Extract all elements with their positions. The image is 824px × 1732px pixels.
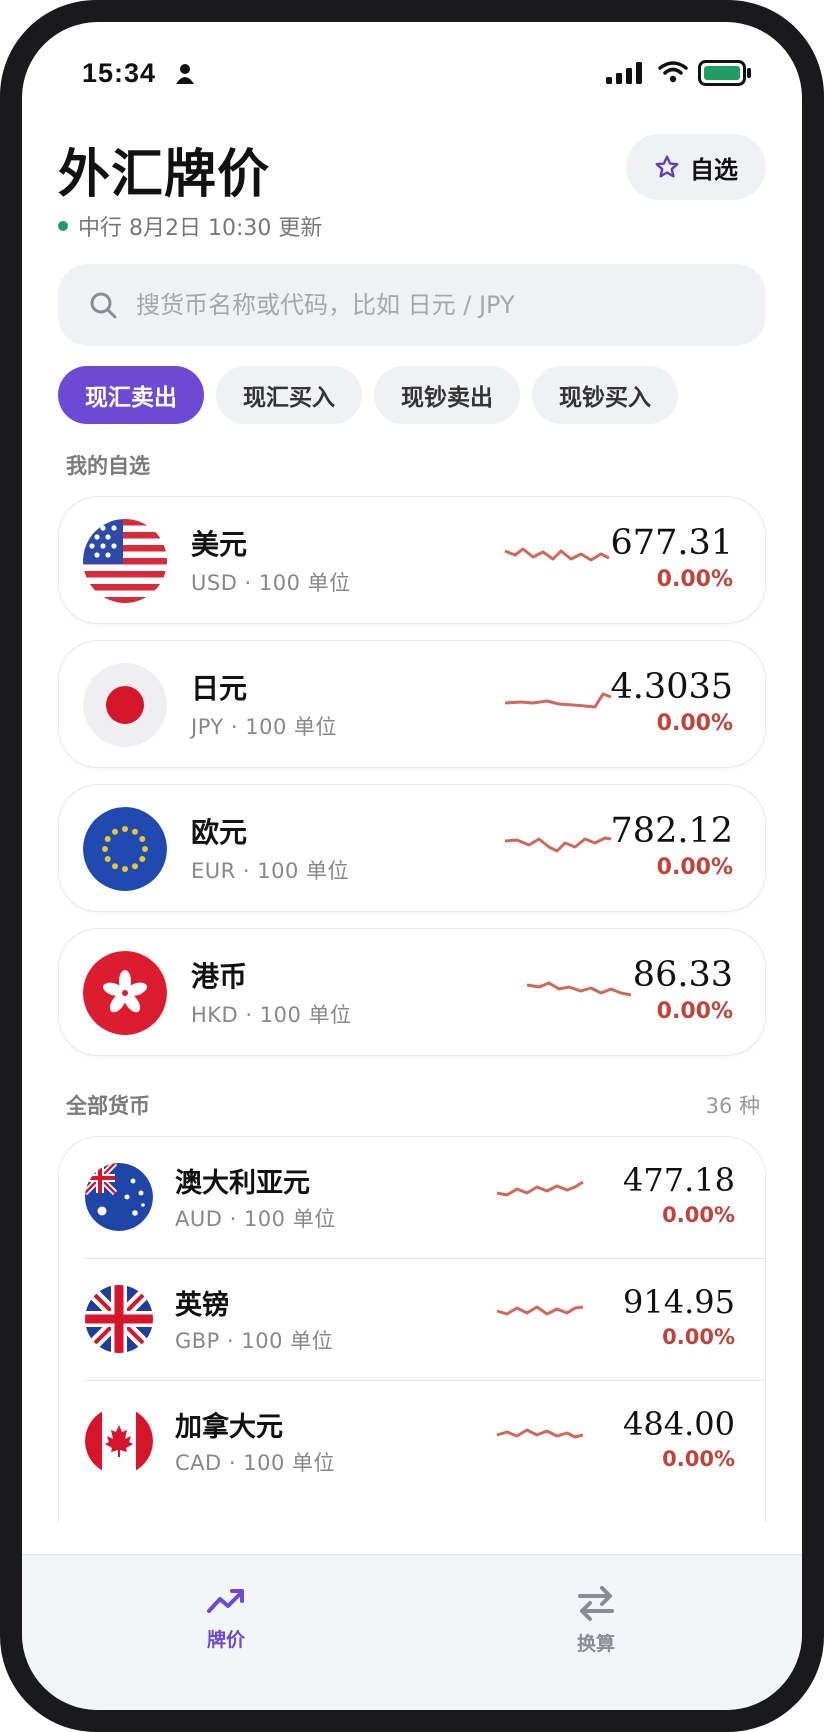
currency-code: JPY · 100 单位 bbox=[191, 715, 338, 739]
currency-name: 港币 bbox=[191, 960, 248, 993]
sparkline bbox=[504, 547, 610, 562]
currency-card-eur[interactable]: 欧元 EUR · 100 单位 782.12 0.00% bbox=[58, 784, 766, 912]
japan-flag-icon bbox=[83, 663, 167, 747]
currency-card-jpy[interactable]: 日元 JPY · 100 单位 4.3035 0.00% bbox=[58, 640, 766, 768]
currency-change: 0.00% bbox=[656, 999, 733, 1024]
page-title: 外汇牌价 bbox=[58, 145, 271, 205]
favorites-button[interactable]: 自选 bbox=[626, 134, 766, 200]
eu-flag-icon bbox=[83, 807, 167, 891]
sparkline bbox=[496, 1305, 584, 1316]
uk-flag-icon bbox=[85, 1285, 153, 1353]
status-bar: 15:34 bbox=[22, 22, 802, 122]
currency-name: 澳大利亚元 bbox=[175, 1168, 310, 1199]
all-currencies-section-label: 全部货币 bbox=[66, 1094, 150, 1118]
nav-rates[interactable]: 牌价 bbox=[166, 1585, 286, 1652]
update-info: 中行 8月2日 10:30 更新 bbox=[58, 210, 322, 242]
canada-flag-icon bbox=[85, 1407, 153, 1475]
currency-list: 澳大利亚元 AUD · 100 单位 477.18 0.00% 英镑 GBP ·… bbox=[58, 1136, 767, 1522]
currency-code: USD · 100 单位 bbox=[191, 571, 351, 595]
battery-icon bbox=[698, 60, 751, 86]
currency-price: 86.33 bbox=[632, 955, 733, 995]
cellular-signal-icon bbox=[606, 62, 642, 84]
favorites-label: 自选 bbox=[690, 155, 738, 184]
tab-cash-selling[interactable]: 现钞卖出 bbox=[374, 366, 520, 424]
sparkline bbox=[496, 1180, 584, 1197]
currency-card-usd[interactable]: 美元 USD · 100 单位 677.31 0.00% bbox=[58, 496, 766, 624]
rate-type-tabs: 现汇卖出 现汇买入 现钞卖出 现钞买入 bbox=[58, 366, 678, 424]
nav-convert-label: 换算 bbox=[576, 1633, 615, 1655]
sparkline bbox=[504, 692, 612, 709]
sparkline bbox=[504, 836, 612, 853]
currency-name: 欧元 bbox=[191, 816, 248, 849]
currency-name: 英镑 bbox=[175, 1290, 229, 1321]
currency-code: HKD · 100 单位 bbox=[191, 1003, 352, 1027]
currency-change: 0.00% bbox=[656, 567, 733, 592]
sparkline bbox=[526, 981, 632, 997]
wifi-icon bbox=[658, 61, 688, 83]
us-flag-icon bbox=[83, 519, 167, 603]
currency-price: 477.18 bbox=[623, 1161, 735, 1199]
currency-row-aud[interactable]: 澳大利亚元 AUD · 100 单位 477.18 0.00% bbox=[59, 1137, 767, 1259]
currency-price: 484.00 bbox=[623, 1405, 735, 1443]
swap-arrows-icon bbox=[578, 1586, 614, 1621]
currency-name: 加拿大元 bbox=[175, 1412, 283, 1443]
currency-row-gbp[interactable]: 英镑 GBP · 100 单位 914.95 0.00% bbox=[59, 1259, 767, 1381]
person-icon bbox=[176, 64, 194, 84]
search-icon bbox=[90, 292, 117, 319]
currency-code: GBP · 100 单位 bbox=[175, 1329, 334, 1353]
search-input[interactable] bbox=[136, 291, 696, 319]
star-icon bbox=[655, 155, 679, 178]
currency-code: CAD · 100 单位 bbox=[175, 1451, 335, 1475]
currency-change: 0.00% bbox=[662, 1325, 735, 1349]
currency-count: 36 种 bbox=[705, 1094, 760, 1118]
currency-change: 0.00% bbox=[662, 1203, 735, 1227]
nav-rates-label: 牌价 bbox=[206, 1629, 245, 1651]
tab-spot-buying[interactable]: 现汇买入 bbox=[216, 366, 362, 424]
currency-price: 914.95 bbox=[623, 1283, 735, 1321]
currency-change: 0.00% bbox=[656, 711, 733, 736]
currency-price: 4.3035 bbox=[610, 667, 733, 707]
nav-convert[interactable]: 换算 bbox=[536, 1585, 656, 1656]
currency-name: 美元 bbox=[191, 528, 248, 561]
currency-card-hkd[interactable]: 港币 HKD · 100 单位 86.33 0.00% bbox=[58, 928, 766, 1056]
tab-spot-selling[interactable]: 现汇卖出 bbox=[58, 366, 204, 424]
status-time: 15:34 bbox=[82, 58, 157, 88]
bottom-navigation: 牌价 换算 bbox=[22, 1554, 802, 1710]
hong-kong-flag-icon bbox=[83, 951, 167, 1035]
device-frame: 15:34 外汇牌价 自选 中行 8月2日 10:30 更新 现汇卖出 现汇买入… bbox=[0, 0, 824, 1732]
tab-cash-buying[interactable]: 现钞买入 bbox=[532, 366, 678, 424]
update-text: 中行 8月2日 10:30 更新 bbox=[78, 216, 323, 241]
sparkline bbox=[496, 1428, 584, 1439]
trending-up-icon bbox=[207, 1589, 244, 1613]
app-screen: 15:34 外汇牌价 自选 中行 8月2日 10:30 更新 现汇卖出 现汇买入… bbox=[22, 22, 802, 1710]
currency-change: 0.00% bbox=[656, 855, 733, 880]
currency-row-cad[interactable]: 加拿大元 CAD · 100 单位 484.00 0.00% bbox=[59, 1381, 767, 1503]
currency-name: 日元 bbox=[191, 672, 248, 705]
favorites-section-label: 我的自选 bbox=[66, 454, 150, 478]
currency-change: 0.00% bbox=[662, 1447, 735, 1471]
currency-price: 782.12 bbox=[610, 811, 733, 851]
currency-code: AUD · 100 单位 bbox=[175, 1207, 336, 1231]
currency-price: 677.31 bbox=[610, 523, 733, 563]
live-status-dot bbox=[58, 221, 68, 231]
currency-code: EUR · 100 单位 bbox=[191, 859, 350, 883]
australia-flag-icon bbox=[85, 1163, 153, 1231]
search-bar[interactable] bbox=[58, 264, 766, 346]
